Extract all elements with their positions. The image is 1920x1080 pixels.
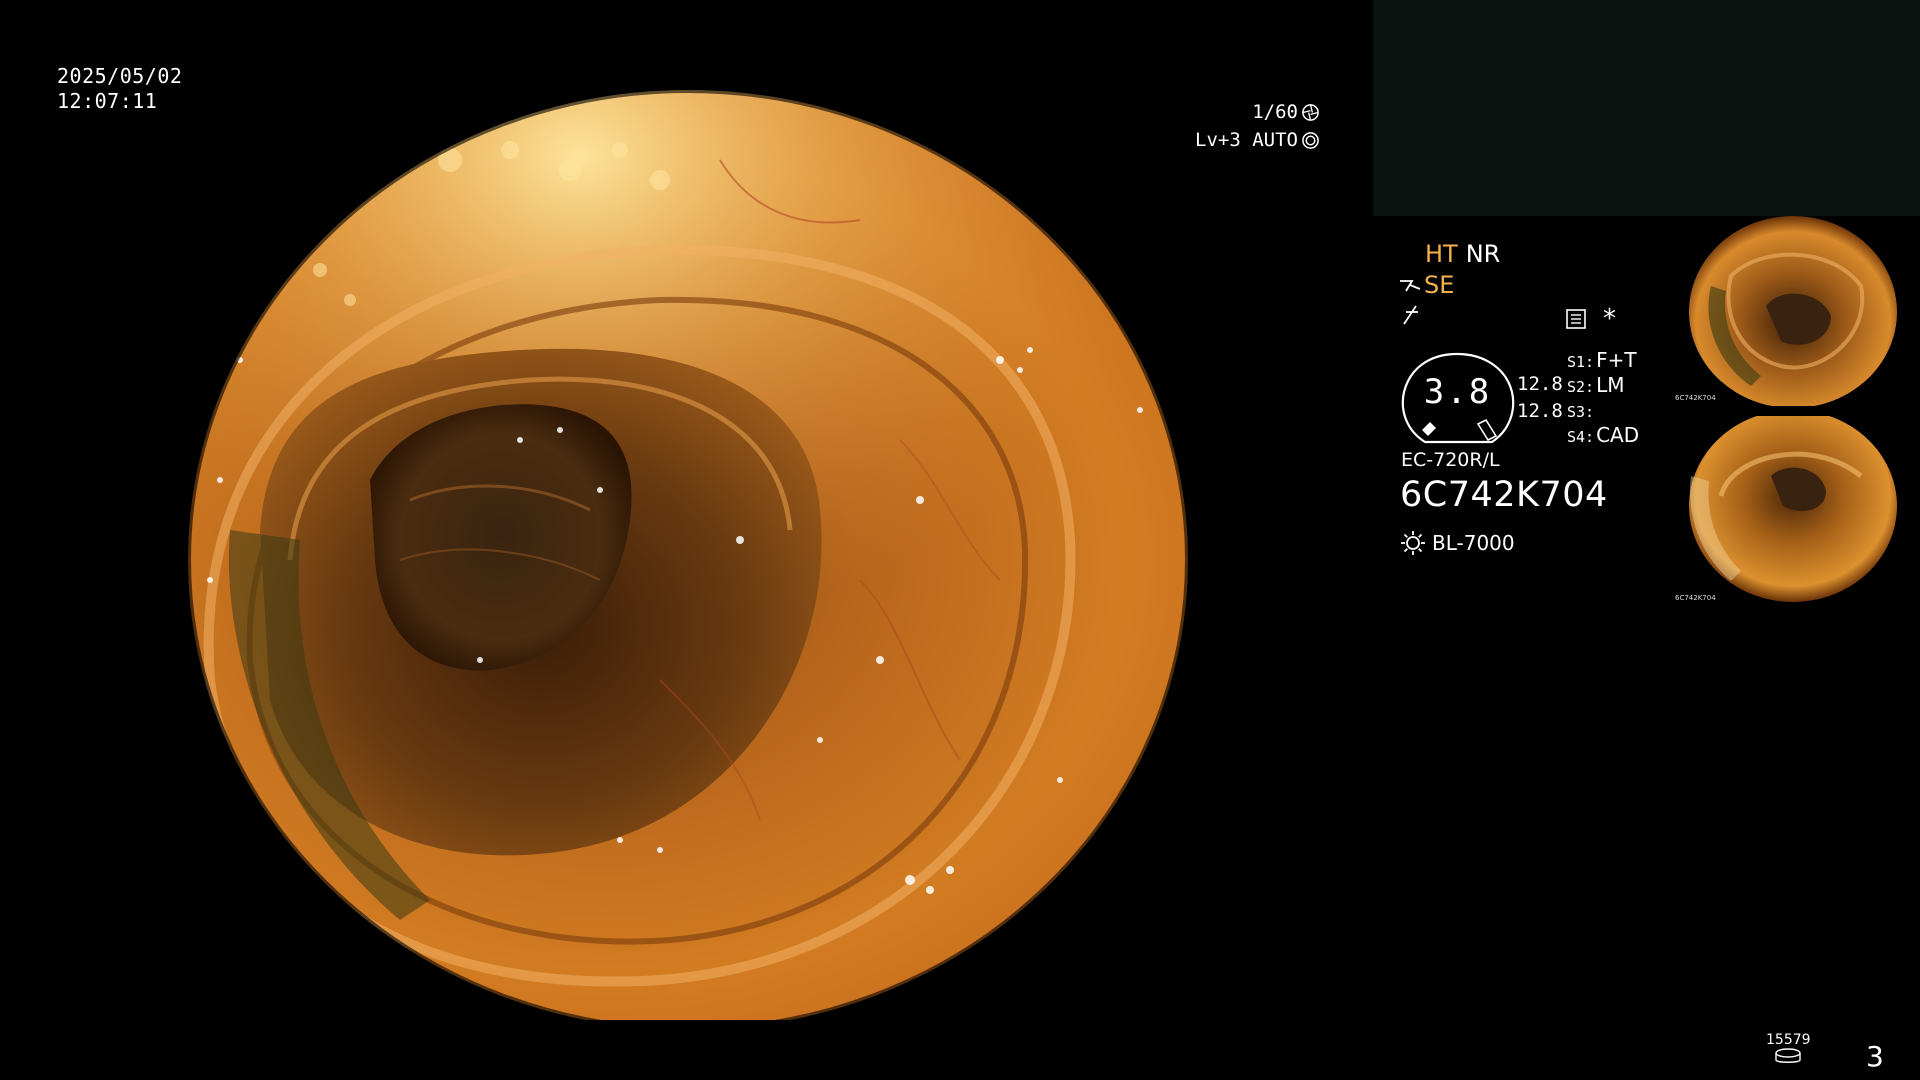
- shutter-speed: 1/60: [1252, 101, 1298, 123]
- switch-s3: S3:: [1567, 398, 1639, 423]
- datetime-display: 2025/05/02 12:07:11: [57, 64, 182, 114]
- light-source: BL-7000: [1400, 530, 1515, 556]
- aux-icons: *: [1565, 304, 1616, 334]
- brightness-level: Lv+3 AUTO: [1195, 129, 1298, 151]
- zoom-gauge: 3.8: [1400, 350, 1515, 444]
- thumbnail-image: [1689, 416, 1897, 602]
- auto-iris-icon: [1302, 131, 1319, 149]
- structure-enhance-icon: [1400, 280, 1421, 292]
- aperture-icon: [1302, 103, 1319, 121]
- thumbnail-2[interactable]: 6C742K704: [1671, 416, 1916, 606]
- auto-level-row: Lv+3 AUTO: [1195, 126, 1320, 154]
- colon-lumen-image: [185, 87, 1191, 1020]
- light-source-icon: [1401, 531, 1425, 555]
- switch-s4: S4: CAD: [1567, 423, 1639, 448]
- storage-icon: [1775, 1048, 1801, 1063]
- switch-key: S3:: [1567, 403, 1595, 421]
- image-count: 15579: [1766, 1032, 1811, 1048]
- se-label: SE: [1424, 271, 1455, 299]
- scope-model: EC-720R/L: [1401, 449, 1500, 471]
- thumbnail-1[interactable]: 6C742K704: [1671, 216, 1916, 406]
- switch-value: LM: [1596, 373, 1625, 397]
- ht-nr-line: HT NR: [1425, 240, 1500, 268]
- thumbnail-image: [1689, 216, 1897, 406]
- date-text: 2025/05/02: [57, 64, 183, 88]
- ht-label: HT: [1425, 240, 1458, 268]
- switch-key: S1:: [1567, 353, 1595, 371]
- switch-s1: S1: F+T: [1567, 348, 1639, 373]
- reference-panel: [1373, 0, 1920, 216]
- se-line: SE: [1398, 271, 1454, 299]
- image-counter: 15579: [1766, 1032, 1811, 1066]
- exposure-readout: 1/60 Lv+3 AUTO: [1195, 98, 1320, 154]
- zoom-value: 3.8: [1423, 372, 1492, 412]
- light-source-label: BL-7000: [1432, 531, 1515, 555]
- scope-serial: 6C742K704: [1400, 475, 1608, 515]
- scope-switches: S1: F+T S2: LM S3: S4: CAD: [1567, 348, 1639, 448]
- page-number: 3: [1866, 1040, 1884, 1073]
- shutter-row: 1/60: [1195, 98, 1320, 126]
- thumbnail-label: 6C742K704: [1675, 394, 1716, 402]
- asterisk-indicator: *: [1603, 304, 1616, 334]
- zoom-scale: 12.8 12.8: [1517, 371, 1563, 425]
- endoscopic-view: [100, 60, 1300, 1020]
- nr-label: NR: [1465, 240, 1501, 268]
- endoscopy-monitor-screen: 2025/05/02 12:07:11 1/60 Lv+3 AUTO HTNR: [0, 0, 1920, 1080]
- record-icon: [1566, 309, 1586, 329]
- time-text: 12:07:11: [57, 89, 158, 113]
- switch-s2: S2: LM: [1567, 373, 1639, 398]
- zoom-scale-top: 12.8: [1517, 373, 1563, 395]
- switch-key: S2:: [1567, 378, 1595, 396]
- thumbnail-label: 6C742K704: [1675, 594, 1716, 602]
- switch-value: F+T: [1596, 348, 1637, 372]
- freeze-icon: [1403, 305, 1418, 325]
- zoom-scale-bottom: 12.8: [1517, 400, 1563, 422]
- switch-value: CAD: [1596, 423, 1640, 447]
- switch-key: S4:: [1567, 428, 1595, 446]
